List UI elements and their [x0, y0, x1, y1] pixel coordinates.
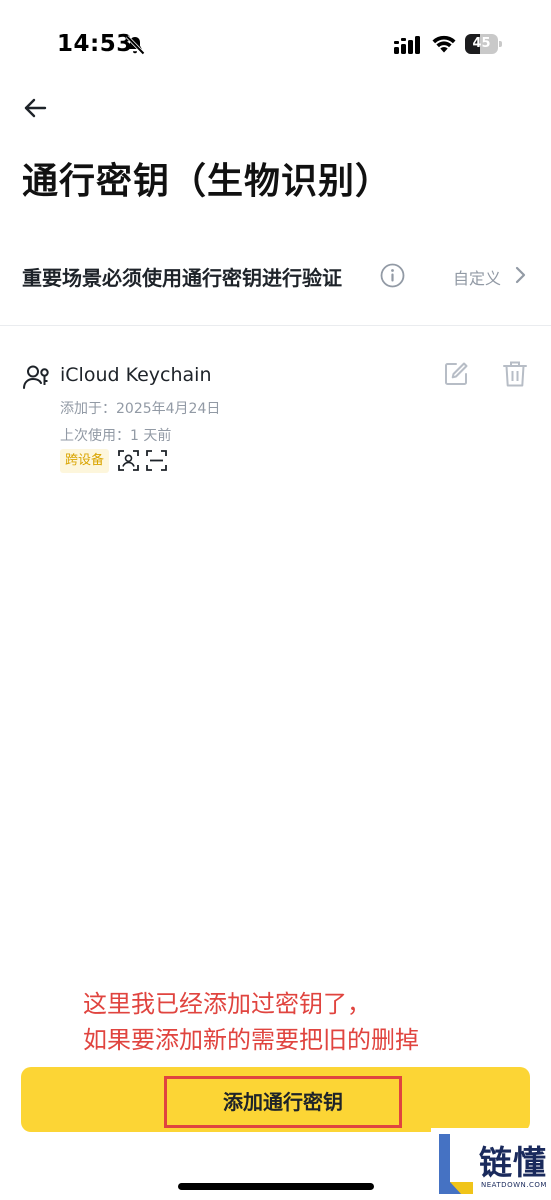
status-time: 14:53 [57, 31, 133, 57]
scan-icon [146, 450, 167, 471]
arrow-left-icon[interactable] [22, 94, 50, 122]
verification-setting-row[interactable]: 重要场景必须使用通行密钥进行验证 自定义 [0, 248, 551, 304]
highlight-box: 添加通行密钥 [164, 1076, 402, 1128]
watermark-logo: 链懂 NEATDOWN.COM [431, 1128, 551, 1200]
setting-label: 重要场景必须使用通行密钥进行验证 [22, 266, 342, 290]
home-indicator [178, 1183, 374, 1190]
watermark-subtext: NEATDOWN.COM [481, 1181, 547, 1189]
bell-slash-icon [125, 35, 145, 55]
trash-icon[interactable] [502, 360, 528, 388]
status-bar: 14:53 45 [0, 0, 551, 90]
logo-l-icon [439, 1134, 473, 1194]
add-passkey-button[interactable]: 添加通行密钥 [21, 1067, 530, 1132]
chevron-right-icon [515, 266, 526, 284]
divider [0, 325, 551, 326]
annotation-line-2: 如果要添加新的需要把旧的删掉 [83, 1026, 419, 1054]
battery-level: 45 [472, 36, 491, 51]
page-title: 通行密钥（生物识别） [22, 161, 393, 202]
info-circle-icon[interactable] [380, 263, 405, 288]
user-key-icon [23, 365, 49, 389]
passkey-item: iCloud Keychain 添加于：2025年4月24日 上次使用：1 天前… [0, 355, 551, 485]
watermark-text: 链懂 [479, 1143, 547, 1182]
passkey-last-used: 上次使用：1 天前 [60, 428, 172, 444]
cross-device-badge: 跨设备 [60, 449, 110, 473]
passkey-added-date: 添加于：2025年4月24日 [60, 401, 221, 417]
battery-icon: 45 [465, 34, 502, 54]
annotation-note: 这里我已经添加过密钥了， 如果要添加新的需要把旧的删掉 [83, 986, 419, 1058]
passkey-name: iCloud Keychain [60, 364, 212, 386]
edit-icon[interactable] [443, 361, 469, 387]
face-id-icon [118, 450, 139, 471]
annotation-line-1: 这里我已经添加过密钥了， [83, 990, 371, 1018]
add-passkey-label: 添加通行密钥 [223, 1090, 343, 1114]
setting-value[interactable]: 自定义 [453, 265, 501, 289]
wifi-icon [432, 35, 456, 53]
signal-icon [394, 36, 420, 54]
